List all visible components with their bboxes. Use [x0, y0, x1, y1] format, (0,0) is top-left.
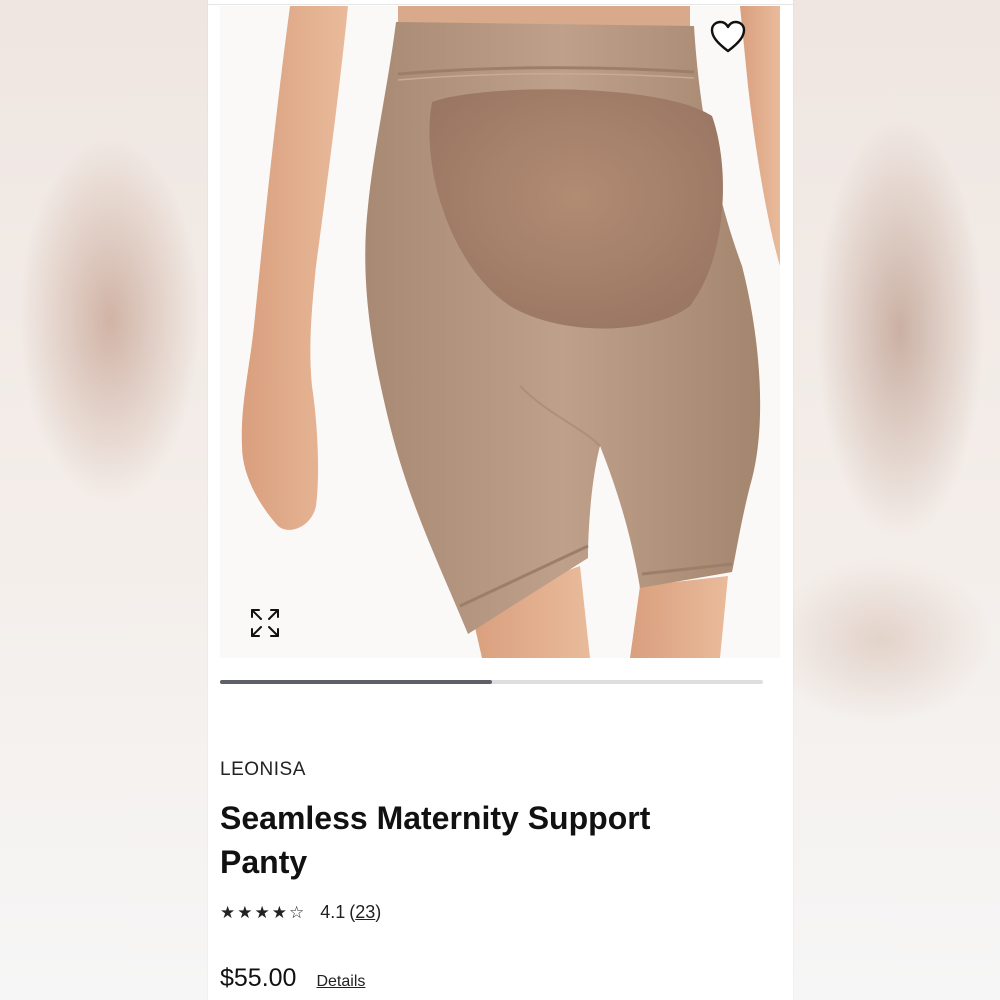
- price-row: $55.00 Details: [220, 964, 365, 993]
- right-arm: [740, 6, 780, 266]
- rating-row: ★★★★☆ 4.1 (23): [220, 902, 381, 923]
- right-leg: [630, 576, 728, 658]
- expand-arrows-icon[interactable]: [248, 606, 282, 640]
- product-title: Seamless Maternity Support Panty: [220, 800, 651, 880]
- left-arm: [241, 6, 348, 530]
- product-image[interactable]: [220, 6, 780, 658]
- heart-outline-icon[interactable]: [710, 20, 746, 54]
- product-photo-illustration: [241, 6, 780, 658]
- details-link[interactable]: Details: [316, 973, 365, 991]
- product-card: LEONISA Seamless Maternity Support Panty…: [208, 0, 793, 1000]
- review-count-link[interactable]: 23: [355, 902, 375, 923]
- star-rating-icons: ★★★★☆: [220, 902, 307, 922]
- gallery-progress-bar: [220, 680, 763, 684]
- brand-name[interactable]: LEONISA: [220, 759, 306, 781]
- top-divider: [208, 4, 793, 5]
- gallery-progress-fill: [220, 680, 492, 684]
- product-price: $55.00: [220, 964, 297, 992]
- rating-value: 4.1: [320, 902, 346, 922]
- review-count-close-paren: ): [375, 902, 382, 922]
